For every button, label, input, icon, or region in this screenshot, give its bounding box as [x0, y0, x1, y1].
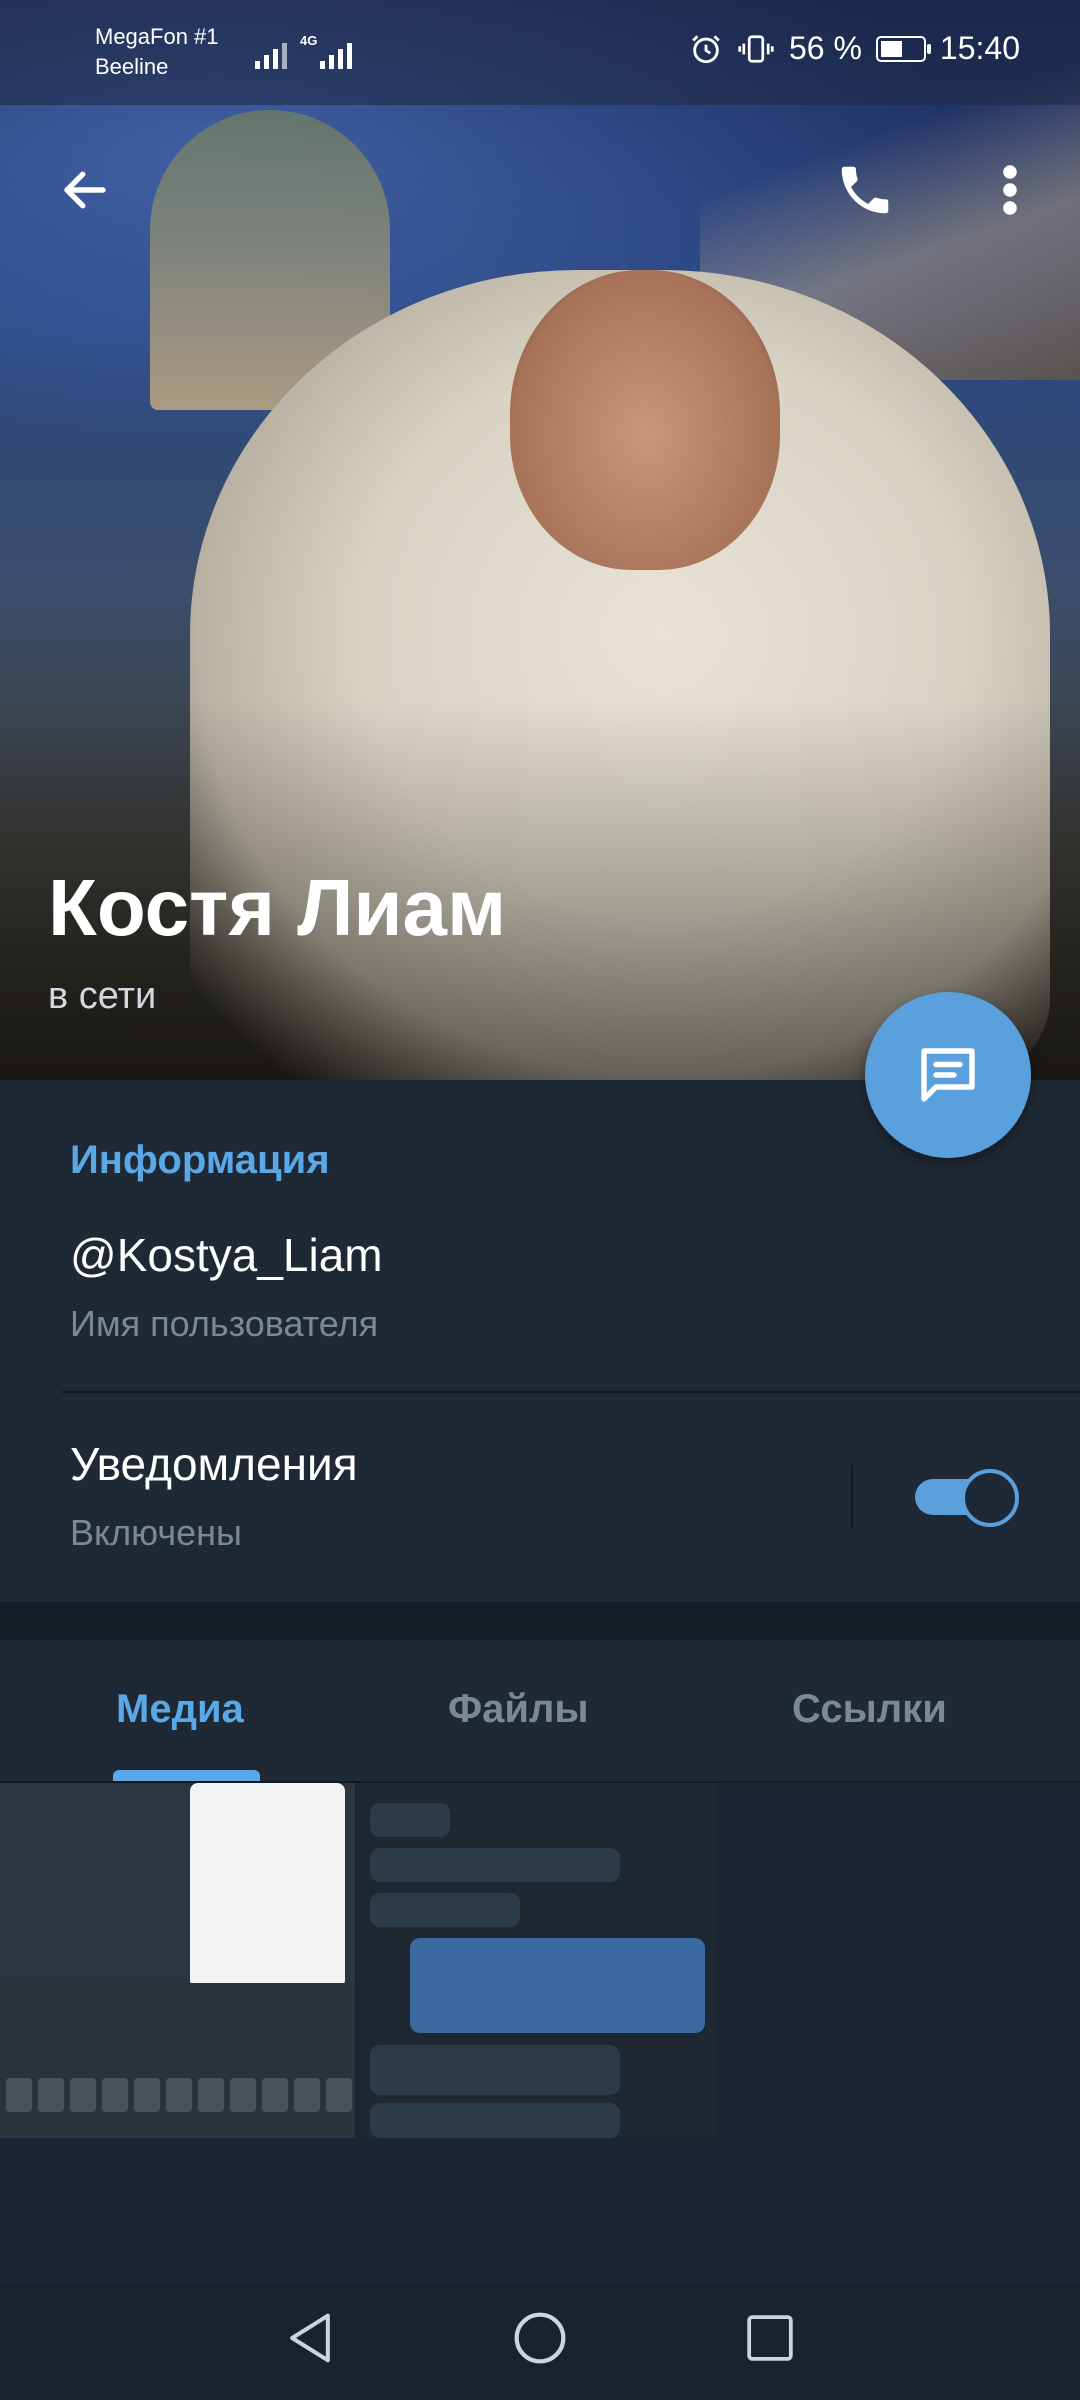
media-thumbnail[interactable]: [360, 1783, 715, 2138]
username-label: Имя пользователя: [70, 1303, 379, 1344]
network-type: 4G: [300, 33, 318, 48]
carrier-names: MegaFon #1 Beeline: [95, 22, 219, 82]
more-menu-button[interactable]: [965, 145, 1055, 235]
status-right: 56 % 15:40: [689, 30, 1020, 67]
carrier-2: Beeline: [95, 54, 169, 79]
divider: [62, 1391, 1080, 1393]
tab-media[interactable]: Медиа: [116, 1687, 244, 1732]
thumb-chat-bubble: [370, 1893, 520, 1927]
send-message-button[interactable]: [865, 992, 1031, 1158]
carrier-1: MegaFon #1: [95, 24, 219, 49]
thumb-keyboard: [0, 1983, 355, 2138]
thumb-screenshot-card: [190, 1783, 345, 1988]
nav-recents-button[interactable]: [720, 2293, 820, 2383]
system-nav-bar: [0, 2283, 1080, 2400]
nav-back-icon: [290, 2313, 330, 2363]
section-gap: [0, 1602, 1080, 1640]
notifications-title[interactable]: Уведомления: [70, 1437, 358, 1491]
battery-percent: 56 %: [788, 30, 862, 66]
thumb-chat-bubble: [370, 2045, 620, 2095]
clock: 15:40: [939, 30, 1020, 66]
nav-home-button[interactable]: [490, 2293, 590, 2383]
back-button[interactable]: [30, 150, 140, 230]
back-arrow-icon: [64, 171, 106, 209]
username-value[interactable]: @Kostya_Liam: [70, 1228, 383, 1282]
nav-back-button[interactable]: [260, 2293, 360, 2383]
nav-recents-icon: [747, 2315, 793, 2361]
phone-icon: [841, 166, 889, 214]
tab-files[interactable]: Файлы: [448, 1687, 589, 1732]
thumb-chat-bubble: [370, 1848, 620, 1882]
thumb-chat-bubble: [410, 1938, 705, 2033]
tab-links[interactable]: Ссылки: [792, 1687, 947, 1732]
notifications-toggle[interactable]: [915, 1469, 1019, 1527]
toggle-knob: [961, 1469, 1019, 1527]
more-vert-icon: [1003, 165, 1017, 215]
vertical-separator: [851, 1465, 853, 1529]
photo-person-head: [510, 270, 780, 570]
notifications-state: Включены: [70, 1512, 242, 1553]
call-button[interactable]: [820, 145, 910, 235]
alarm-icon: [692, 34, 720, 63]
nav-home-icon: [514, 2312, 566, 2364]
vibrate-icon: [738, 34, 774, 63]
thumb-chat-bubble: [370, 2103, 620, 2138]
info-section-title: Информация: [70, 1138, 330, 1182]
battery-icon: [875, 35, 931, 62]
message-icon: [921, 1048, 975, 1102]
status-bar: MegaFon #1 Beeline 4G 56 % 15:40: [0, 0, 1080, 105]
media-thumbnail[interactable]: [0, 1783, 355, 2138]
thumb-chat-bubble: [370, 1803, 450, 1837]
presence-status: в сети: [48, 975, 157, 1017]
signal-icon: [255, 35, 287, 69]
signal-icon-2: [320, 35, 352, 69]
profile-name: Костя Лиам: [48, 863, 507, 952]
